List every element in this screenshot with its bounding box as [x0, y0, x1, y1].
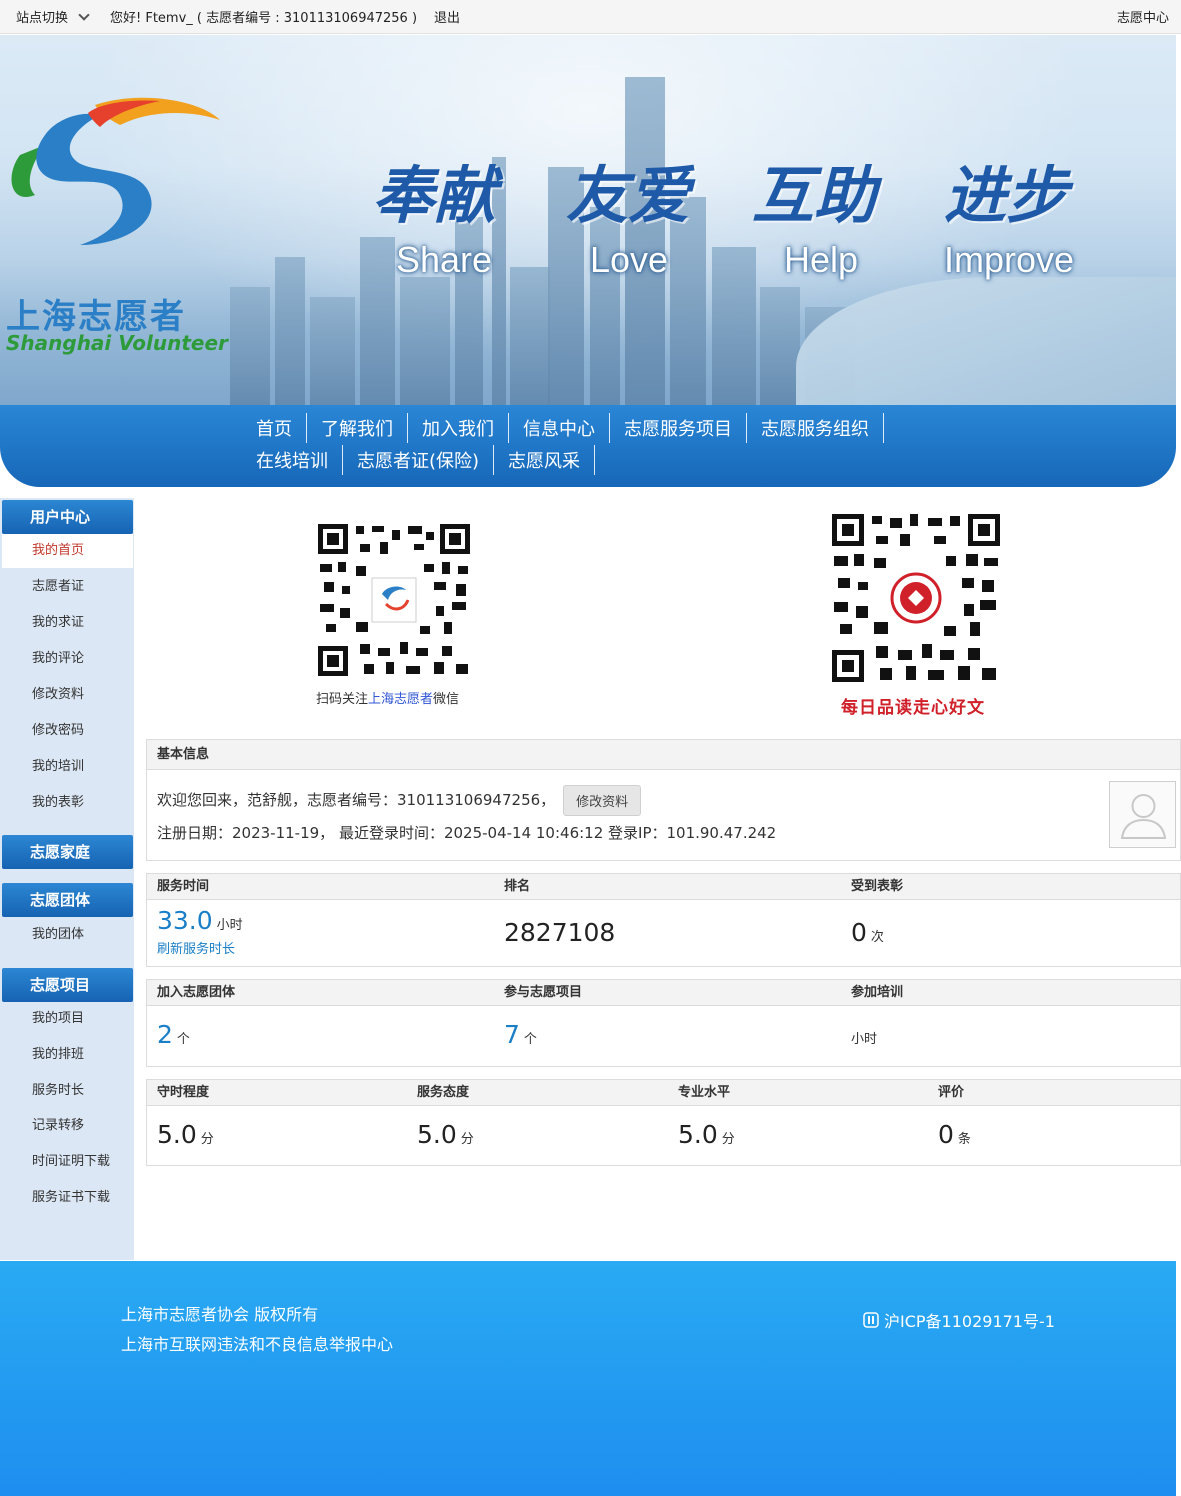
award-label: 受到表彰	[851, 879, 904, 894]
nav-service-orgs[interactable]: 志愿服务组织	[747, 413, 884, 443]
sidebar-item-my-verification[interactable]: 我的求证	[2, 606, 133, 640]
rating-stats-panel: 守时程度 服务态度 专业水平 评价 5.0 分 5.0 分 5.0 分 0条	[146, 1079, 1181, 1166]
sidebar-item-edit-profile[interactable]: 修改资料	[2, 678, 133, 712]
logo-text-en: Shanghai Volunteer	[6, 331, 228, 355]
icp-link[interactable]: 沪ICP备11029171号-1	[862, 1308, 1055, 1332]
sidebar-item-my-comments[interactable]: 我的评论	[2, 642, 133, 676]
projects-label: 参与志愿项目	[504, 985, 583, 1000]
nav-volunteer-style[interactable]: 志愿风采	[494, 445, 596, 475]
nav-about[interactable]: 了解我们	[307, 413, 408, 443]
award-value: 0次	[851, 918, 884, 947]
footer-copyright: 上海市志愿者协会 版权所有	[121, 1305, 319, 1324]
slogan-improve-en: Improve	[944, 239, 1075, 280]
icp-badge-icon	[863, 1312, 879, 1328]
sidebar: 用户中心 我的首页 志愿者证 我的求证 我的评论 修改资料 修改密码 我的培训 …	[0, 498, 134, 1260]
footer: 上海市志愿者协会 版权所有 上海市互联网违法和不良信息举报中心 沪ICP备110…	[0, 1261, 1176, 1496]
edit-profile-button[interactable]: 修改资料	[563, 785, 642, 816]
welcome-text: 欢迎您回来，范舒舰，志愿者编号：310113106947256，	[157, 791, 556, 809]
nav-service-projects[interactable]: 志愿服务项目	[610, 413, 747, 443]
skill-label: 专业水平	[678, 1085, 731, 1100]
slogan-share-en: Share	[396, 239, 493, 280]
site-switch-dropdown[interactable]: 站点切换	[16, 7, 90, 26]
sidebar-item-service-hours[interactable]: 服务时长	[2, 1074, 133, 1108]
nav-home[interactable]: 首页	[242, 413, 307, 443]
wechat-qr-caption: 扫码关注上海志愿者微信	[316, 692, 460, 707]
basic-info-title: 基本信息	[147, 740, 1180, 770]
rank-label: 排名	[504, 879, 531, 894]
shanghai-volunteer-logo[interactable]: 上海志愿者 Shanghai Volunteer	[0, 95, 230, 355]
welcome-line: 欢迎您回来，范舒舰，志愿者编号：310113106947256， 修改资料	[157, 785, 642, 816]
top-bar: 站点切换 您好! Ftemv_ ( 志愿者编号 : 31011310694725…	[0, 0, 1181, 34]
refresh-service-time-link[interactable]: 刷新服务时长	[157, 938, 235, 957]
slogan-improve-cn: 进步	[944, 159, 1069, 232]
sidebar-item-my-schedule[interactable]: 我的排班	[2, 1038, 133, 1072]
nav-info-center[interactable]: 信息中心	[509, 413, 610, 443]
sidebar-item-record-transfer[interactable]: 记录转移	[2, 1109, 133, 1143]
daily-reading-caption: 每日品读走心好文	[841, 698, 985, 718]
participation-stats-panel: 加入志愿团体 参与志愿项目 参加培训 2个 7个 小时	[146, 979, 1181, 1067]
rank-value: 2827108	[504, 918, 616, 947]
volunteer-emblem-icon	[11, 97, 220, 245]
review-value[interactable]: 0条	[938, 1120, 971, 1149]
sidebar-item-my-group[interactable]: 我的团体	[2, 918, 133, 952]
review-label: 评价	[938, 1085, 965, 1100]
sidebar-head-user-center[interactable]: 用户中心	[2, 500, 133, 534]
slogan-love-en: Love	[590, 239, 669, 280]
icp-number: 沪ICP备11029171号-1	[884, 1312, 1055, 1331]
attitude-value: 5.0 分	[417, 1120, 474, 1149]
sidebar-item-service-certificate-download[interactable]: 服务证书下载	[2, 1181, 133, 1215]
wechat-qr-code	[316, 522, 472, 678]
skill-value: 5.0 分	[678, 1120, 735, 1149]
nav-row-1: 首页 了解我们 加入我们 信息中心 志愿服务项目 志愿服务组织	[242, 413, 884, 443]
slogan-share-cn: 奉献	[372, 159, 497, 232]
sidebar-item-change-password[interactable]: 修改密码	[2, 714, 133, 748]
projects-value[interactable]: 7个	[504, 1020, 537, 1049]
sidebar-item-my-awards[interactable]: 我的表彰	[2, 786, 133, 820]
sidebar-item-my-training[interactable]: 我的培训	[2, 750, 133, 784]
daily-reading-qr-code	[830, 512, 1002, 684]
sidebar-item-my-home[interactable]: 我的首页	[2, 534, 133, 568]
sidebar-head-group[interactable]: 志愿团体	[2, 883, 133, 917]
avatar[interactable]	[1109, 781, 1176, 848]
slogan-love-cn: 友爱	[566, 159, 691, 232]
user-greeting: 您好! Ftemv_ ( 志愿者编号 : 310113106947256 )	[110, 11, 418, 26]
punctual-label: 守时程度	[157, 1085, 210, 1100]
slogan-help-en: Help	[784, 239, 859, 280]
training-label: 参加培训	[851, 985, 904, 1000]
header-banner: 上海志愿者 Shanghai Volunteer 奉献 友爱 互助 进步 Sha…	[0, 35, 1176, 407]
register-info-line: 注册日期：2023-11-19， 最近登录时间：2025-04-14 10:46…	[157, 824, 777, 842]
service-time-label: 服务时间	[157, 879, 210, 894]
footer-report-center-link[interactable]: 上海市互联网违法和不良信息举报中心	[121, 1331, 393, 1355]
nav-join[interactable]: 加入我们	[408, 413, 509, 443]
service-stats-panel: 服务时间 排名 受到表彰 33.0 小时 刷新服务时长 2827108 0次	[146, 873, 1181, 967]
slogan-help-cn: 互助	[752, 159, 877, 232]
volunteer-center-link[interactable]: 志愿中心	[1117, 7, 1169, 26]
nav-online-training[interactable]: 在线培训	[242, 445, 343, 475]
service-time-value: 33.0 小时	[157, 906, 243, 935]
attitude-label: 服务态度	[417, 1085, 470, 1100]
main-nav: 首页 了解我们 加入我们 信息中心 志愿服务项目 志愿服务组织 在线培训 志愿者…	[0, 405, 1176, 487]
punctual-value: 5.0 分	[157, 1120, 214, 1149]
sidebar-item-my-projects[interactable]: 我的项目	[2, 1002, 133, 1036]
qr-code-icon	[830, 512, 1002, 684]
sidebar-item-time-certificate-download[interactable]: 时间证明下载	[2, 1145, 133, 1179]
sidebar-item-volunteer-card[interactable]: 志愿者证	[2, 570, 133, 604]
user-placeholder-icon	[1120, 794, 1167, 839]
sidebar-head-project[interactable]: 志愿项目	[2, 968, 133, 1002]
site-switch-label: 站点切换	[16, 11, 69, 26]
basic-info-panel: 基本信息 欢迎您回来，范舒舰，志愿者编号：310113106947256， 修改资…	[146, 739, 1181, 861]
sidebar-head-family[interactable]: 志愿家庭	[2, 835, 133, 869]
logout-link[interactable]: 退出	[434, 7, 460, 26]
groups-label: 加入志愿团体	[157, 985, 236, 1000]
training-value: 小时	[851, 1032, 878, 1047]
qr-code-icon	[316, 522, 472, 678]
nav-volunteer-card[interactable]: 志愿者证(保险)	[343, 445, 495, 475]
nav-row-2: 在线培训 志愿者证(保险) 志愿风采	[242, 445, 596, 475]
chevron-down-icon	[78, 8, 90, 21]
groups-value[interactable]: 2个	[157, 1020, 190, 1049]
